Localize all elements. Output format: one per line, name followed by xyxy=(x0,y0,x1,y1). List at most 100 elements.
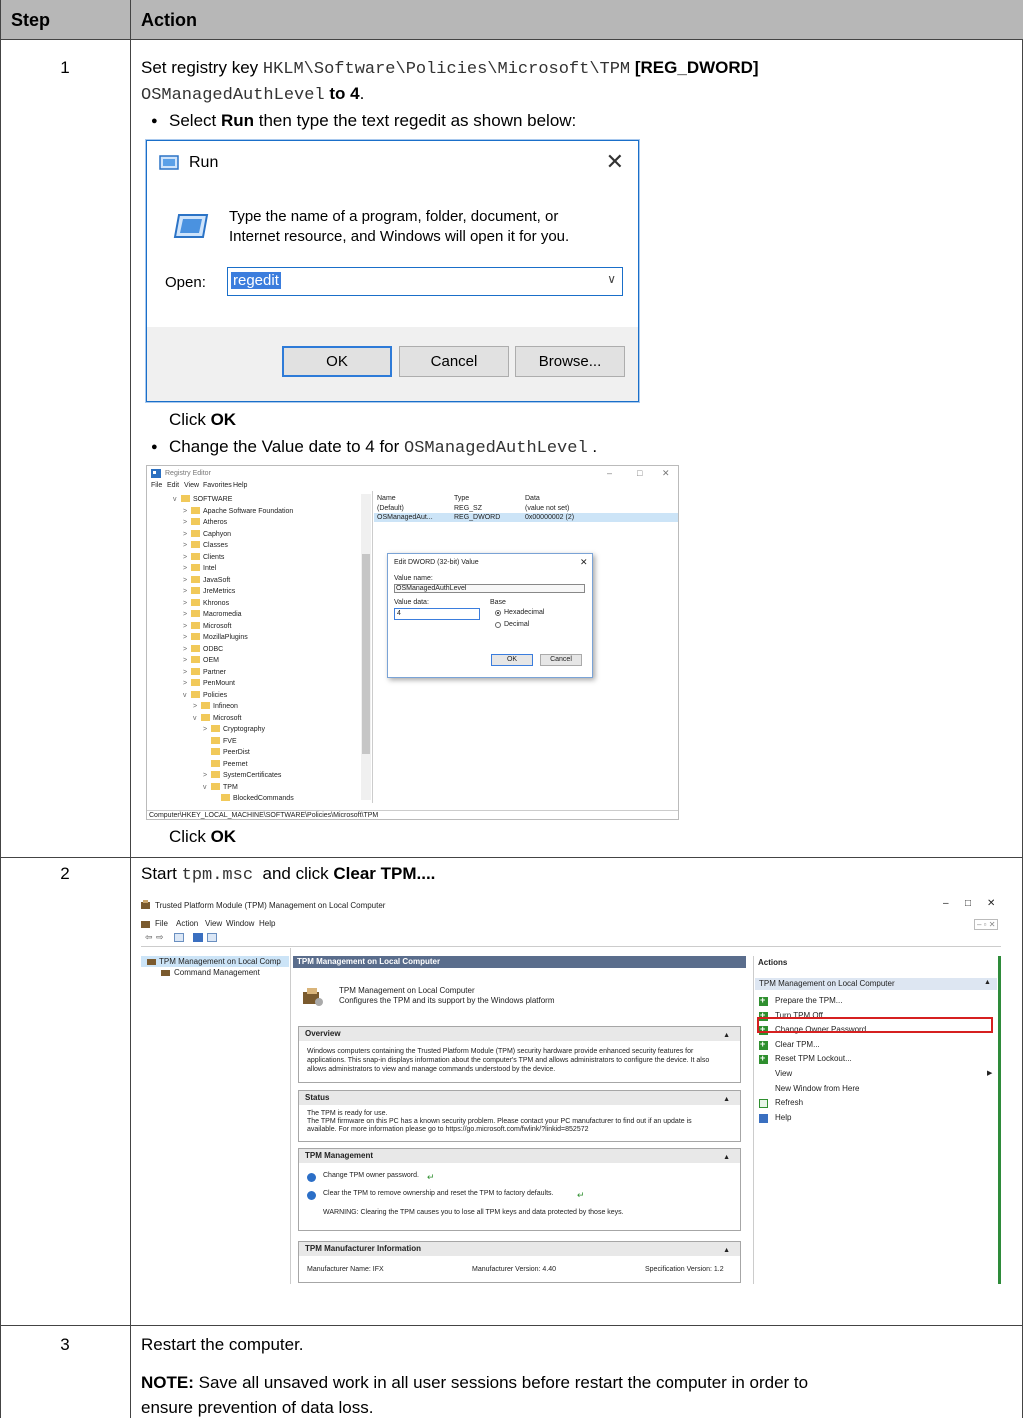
registry-tree-item[interactable]: > Clients xyxy=(183,552,224,561)
chevron-right-icon[interactable]: > xyxy=(183,634,191,641)
run-arrow-icon[interactable]: ↵ xyxy=(427,1172,435,1183)
menu-view[interactable]: View xyxy=(184,482,199,489)
registry-tree-item[interactable]: > OEM xyxy=(183,656,219,664)
registry-tree-item[interactable]: > Macromedia xyxy=(183,610,242,618)
chevron-right-icon[interactable]: > xyxy=(183,577,191,584)
minimize-icon[interactable]: – xyxy=(943,898,949,909)
help-icon[interactable] xyxy=(193,933,203,942)
menu-help[interactable]: Help xyxy=(259,919,275,928)
chevron-down-icon[interactable]: v xyxy=(173,496,181,503)
properties-icon[interactable] xyxy=(207,933,217,942)
tree-item-root[interactable]: TPM Management on Local Comp xyxy=(141,956,289,967)
chevron-up-icon[interactable]: ▲ xyxy=(723,1151,730,1165)
maximize-icon[interactable]: □ xyxy=(637,468,642,478)
chevron-down-icon[interactable]: v xyxy=(183,692,191,699)
show-tree-icon[interactable] xyxy=(174,933,184,942)
menu-file[interactable]: File xyxy=(155,919,168,928)
menu-action[interactable]: Action xyxy=(176,919,198,928)
menu-favorites[interactable]: Favorites xyxy=(203,482,232,489)
scrollbar-thumb[interactable] xyxy=(362,554,370,754)
chevron-up-icon[interactable]: ▲ xyxy=(723,1093,730,1107)
chevron-right-icon[interactable]: > xyxy=(183,680,191,687)
tree-item-command-mgmt[interactable]: Command Management xyxy=(174,968,260,977)
registry-tree-item[interactable]: > Cryptography xyxy=(203,725,265,733)
mgmt-title[interactable]: TPM Management ▲ xyxy=(299,1149,740,1163)
chevron-right-icon[interactable]: > xyxy=(183,554,191,561)
open-value[interactable]: regedit xyxy=(231,272,281,289)
browse-button[interactable]: Browse... xyxy=(515,346,625,377)
action-item[interactable]: Help xyxy=(775,1113,791,1122)
chevron-down-icon[interactable]: ∨ xyxy=(607,272,616,286)
back-icon[interactable]: ⇦ xyxy=(145,932,153,943)
dec-radio[interactable] xyxy=(495,622,501,628)
menu-file[interactable]: File xyxy=(151,482,162,489)
chevron-right-icon[interactable]: > xyxy=(183,623,191,630)
registry-tree-item[interactable]: v Microsoft xyxy=(193,713,241,722)
action-item[interactable]: Refresh xyxy=(775,1098,803,1107)
chevron-right-icon[interactable]: > xyxy=(183,669,191,676)
run-arrow-icon[interactable]: ↵ xyxy=(577,1190,585,1201)
change-password-link[interactable]: Change TPM owner password. xyxy=(323,1172,419,1179)
action-item[interactable]: Reset TPM Lockout... xyxy=(775,1054,852,1063)
chevron-right-icon[interactable]: > xyxy=(183,565,191,572)
status-title[interactable]: Status ▲ xyxy=(299,1091,740,1105)
col-name[interactable]: Name xyxy=(377,495,396,502)
action-item[interactable]: View xyxy=(775,1069,792,1078)
registry-tree-item[interactable]: > Intel xyxy=(183,564,216,572)
registry-tree-item[interactable]: Peernet xyxy=(203,759,248,768)
registry-tree-item[interactable]: > SystemCertificates xyxy=(203,771,281,779)
chevron-up-icon[interactable]: ▲ xyxy=(723,1244,730,1258)
close-icon[interactable]: ✕ xyxy=(606,149,624,175)
registry-tree-item[interactable]: > Khronos xyxy=(183,598,229,607)
registry-tree-item[interactable]: FVE xyxy=(203,736,237,745)
maximize-icon[interactable]: □ xyxy=(965,898,971,909)
open-combobox[interactable]: regedit ∨ xyxy=(227,267,623,296)
mdi-controls[interactable]: – ▫ ✕ xyxy=(974,919,999,930)
menu-edit[interactable]: Edit xyxy=(167,482,179,489)
registry-tree-item[interactable]: > JavaSoft xyxy=(183,575,230,584)
dword-ok-button[interactable]: OK xyxy=(491,654,533,666)
col-type[interactable]: Type xyxy=(454,495,469,502)
value-row-selected[interactable]: OSManagedAut... REG_DWORD 0x00000002 (2) xyxy=(374,513,678,522)
menu-help[interactable]: Help xyxy=(233,482,247,489)
chevron-right-icon[interactable]: > xyxy=(183,646,191,653)
registry-tree-item[interactable]: > Partner xyxy=(183,667,226,676)
registry-tree-item[interactable]: > Microsoft xyxy=(183,621,231,630)
menu-window[interactable]: Window xyxy=(226,919,254,928)
registry-tree-item[interactable]: > Caphyon xyxy=(183,529,231,538)
chevron-up-icon[interactable]: ▲ xyxy=(984,979,991,986)
action-item[interactable]: Prepare the TPM... xyxy=(775,996,842,1005)
registry-tree-item[interactable]: > MozillaPlugins xyxy=(183,633,248,641)
menu-view[interactable]: View xyxy=(205,919,222,928)
close-icon[interactable]: ✕ xyxy=(580,557,588,568)
col-data[interactable]: Data xyxy=(525,495,540,502)
value-data-field[interactable]: 4 xyxy=(394,608,480,620)
registry-tree-item[interactable]: > PenMount xyxy=(183,679,235,687)
value-name-field[interactable]: OSManagedAuthLevel xyxy=(394,584,585,593)
chevron-right-icon[interactable]: > xyxy=(203,772,211,779)
registry-tree-item[interactable]: > Atheros xyxy=(183,518,227,526)
registry-tree-item[interactable]: BlockedCommands xyxy=(213,794,294,802)
pane-splitter[interactable] xyxy=(372,491,373,803)
chevron-right-icon[interactable]: > xyxy=(183,508,191,515)
chevron-down-icon[interactable]: v xyxy=(203,784,211,791)
minimize-icon[interactable]: – xyxy=(607,468,612,478)
action-item[interactable]: New Window from Here xyxy=(775,1084,859,1093)
registry-tree-item[interactable]: v SOFTWARE xyxy=(173,495,232,503)
clear-tpm-link[interactable]: Clear the TPM to remove ownership and re… xyxy=(323,1190,553,1197)
chevron-right-icon[interactable]: > xyxy=(203,726,211,733)
mfr-title[interactable]: TPM Manufacturer Information ▲ xyxy=(299,1242,740,1256)
registry-tree-item[interactable]: > Infineon xyxy=(193,702,238,710)
registry-tree-item[interactable]: PeerDist xyxy=(203,748,250,756)
chevron-right-icon[interactable]: > xyxy=(183,588,191,595)
registry-tree-item[interactable]: > Classes xyxy=(183,541,228,549)
chevron-up-icon[interactable]: ▲ xyxy=(723,1029,730,1043)
actions-subheader[interactable]: TPM Management on Local Computer ▲ xyxy=(755,978,997,990)
cancel-button[interactable]: Cancel xyxy=(399,346,509,377)
chevron-down-icon[interactable]: v xyxy=(193,715,201,722)
tree-scrollbar[interactable] xyxy=(361,494,371,800)
registry-tree-item[interactable]: > Apache Software Foundation xyxy=(183,506,293,515)
chevron-right-icon[interactable]: > xyxy=(193,703,201,710)
chevron-right-icon[interactable]: ▶ xyxy=(987,1069,992,1077)
registry-tree-item[interactable]: > JreMetrics xyxy=(183,587,235,595)
